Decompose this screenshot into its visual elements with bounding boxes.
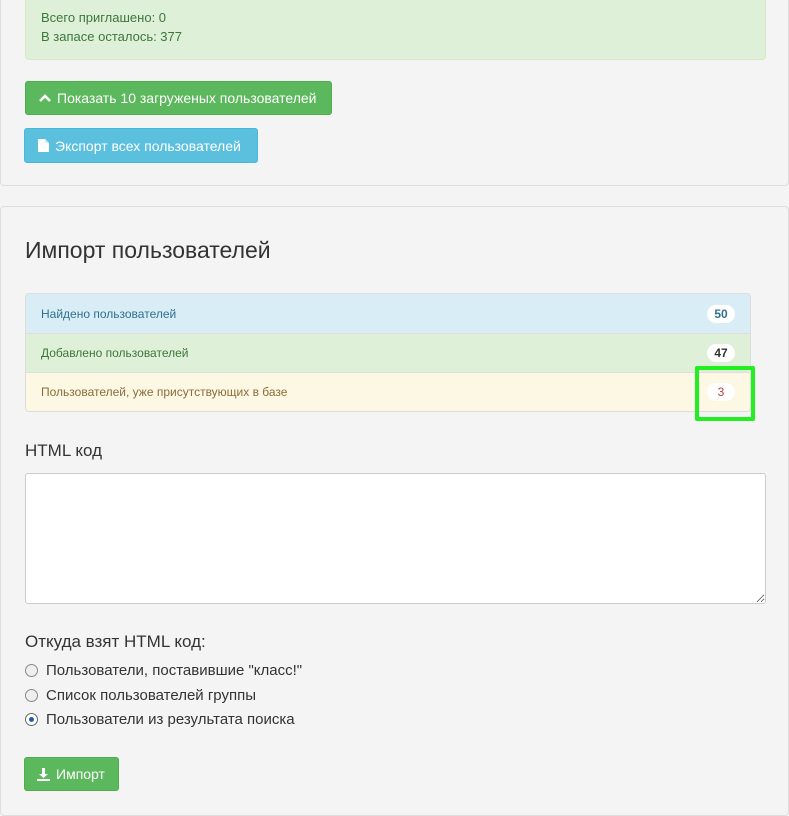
invite-summary-alert: Всего приглашено: 0 В запасе осталось: 3…: [25, 0, 766, 60]
source-option-likes[interactable]: Пользователи, поставившие "класс!": [25, 662, 302, 679]
source-option-group-members[interactable]: Список пользователей группы: [25, 687, 256, 704]
show-loaded-users-label: Показать 10 загруженых пользователей: [57, 90, 317, 106]
import-button[interactable]: Импорт: [24, 757, 119, 791]
list-item: Пользователей, уже присутствующих в базе…: [26, 372, 750, 411]
list-item: Найдено пользователей 50: [26, 294, 750, 333]
radio-unchecked-icon[interactable]: [25, 664, 38, 677]
file-icon: [38, 139, 49, 152]
import-panel: Импорт пользователей Найдено пользовател…: [0, 206, 789, 816]
existing-users-label: Пользователей, уже присутствующих в базе: [41, 385, 288, 399]
remaining-count-text: В запасе осталось: 377: [41, 29, 183, 44]
radio-unchecked-icon[interactable]: [25, 689, 38, 702]
source-label: Откуда взят HTML код:: [25, 632, 206, 651]
added-users-badge: 47: [707, 344, 735, 362]
download-icon: [37, 767, 50, 781]
html-code-label: HTML код: [25, 441, 102, 460]
existing-users-badge: 3: [707, 383, 735, 401]
radio-checked-icon[interactable]: [25, 713, 38, 726]
source-option-group-members-label: Список пользователей группы: [46, 687, 256, 704]
source-option-likes-label: Пользователи, поставившие "класс!": [46, 662, 303, 679]
found-users-label: Найдено пользователей: [41, 306, 177, 321]
import-stats-list: Найдено пользователей 50 Добавлено польз…: [25, 293, 751, 412]
import-button-label: Импорт: [56, 766, 105, 782]
source-option-search-results-label: Пользователи из результата поиска: [46, 711, 295, 728]
html-code-textarea[interactable]: [25, 473, 766, 604]
added-users-label: Добавлено пользователей: [41, 346, 189, 360]
show-loaded-users-button[interactable]: Показать 10 загруженых пользователей: [25, 81, 332, 115]
export-all-users-label: Экспорт всех пользователей: [55, 137, 241, 154]
users-panel: Всего приглашено: 0 В запасе осталось: 3…: [0, 0, 789, 186]
found-users-badge: 50: [707, 304, 735, 323]
chevron-up-icon: [39, 93, 51, 103]
export-all-users-button[interactable]: Экспорт всех пользователей: [24, 128, 258, 163]
import-section-title: Импорт пользователей: [25, 237, 271, 263]
list-item: Добавлено пользователей 47: [26, 333, 750, 372]
invited-count-text: Всего приглашено: 0: [41, 10, 167, 25]
source-option-search-results[interactable]: Пользователи из результата поиска: [25, 711, 295, 728]
